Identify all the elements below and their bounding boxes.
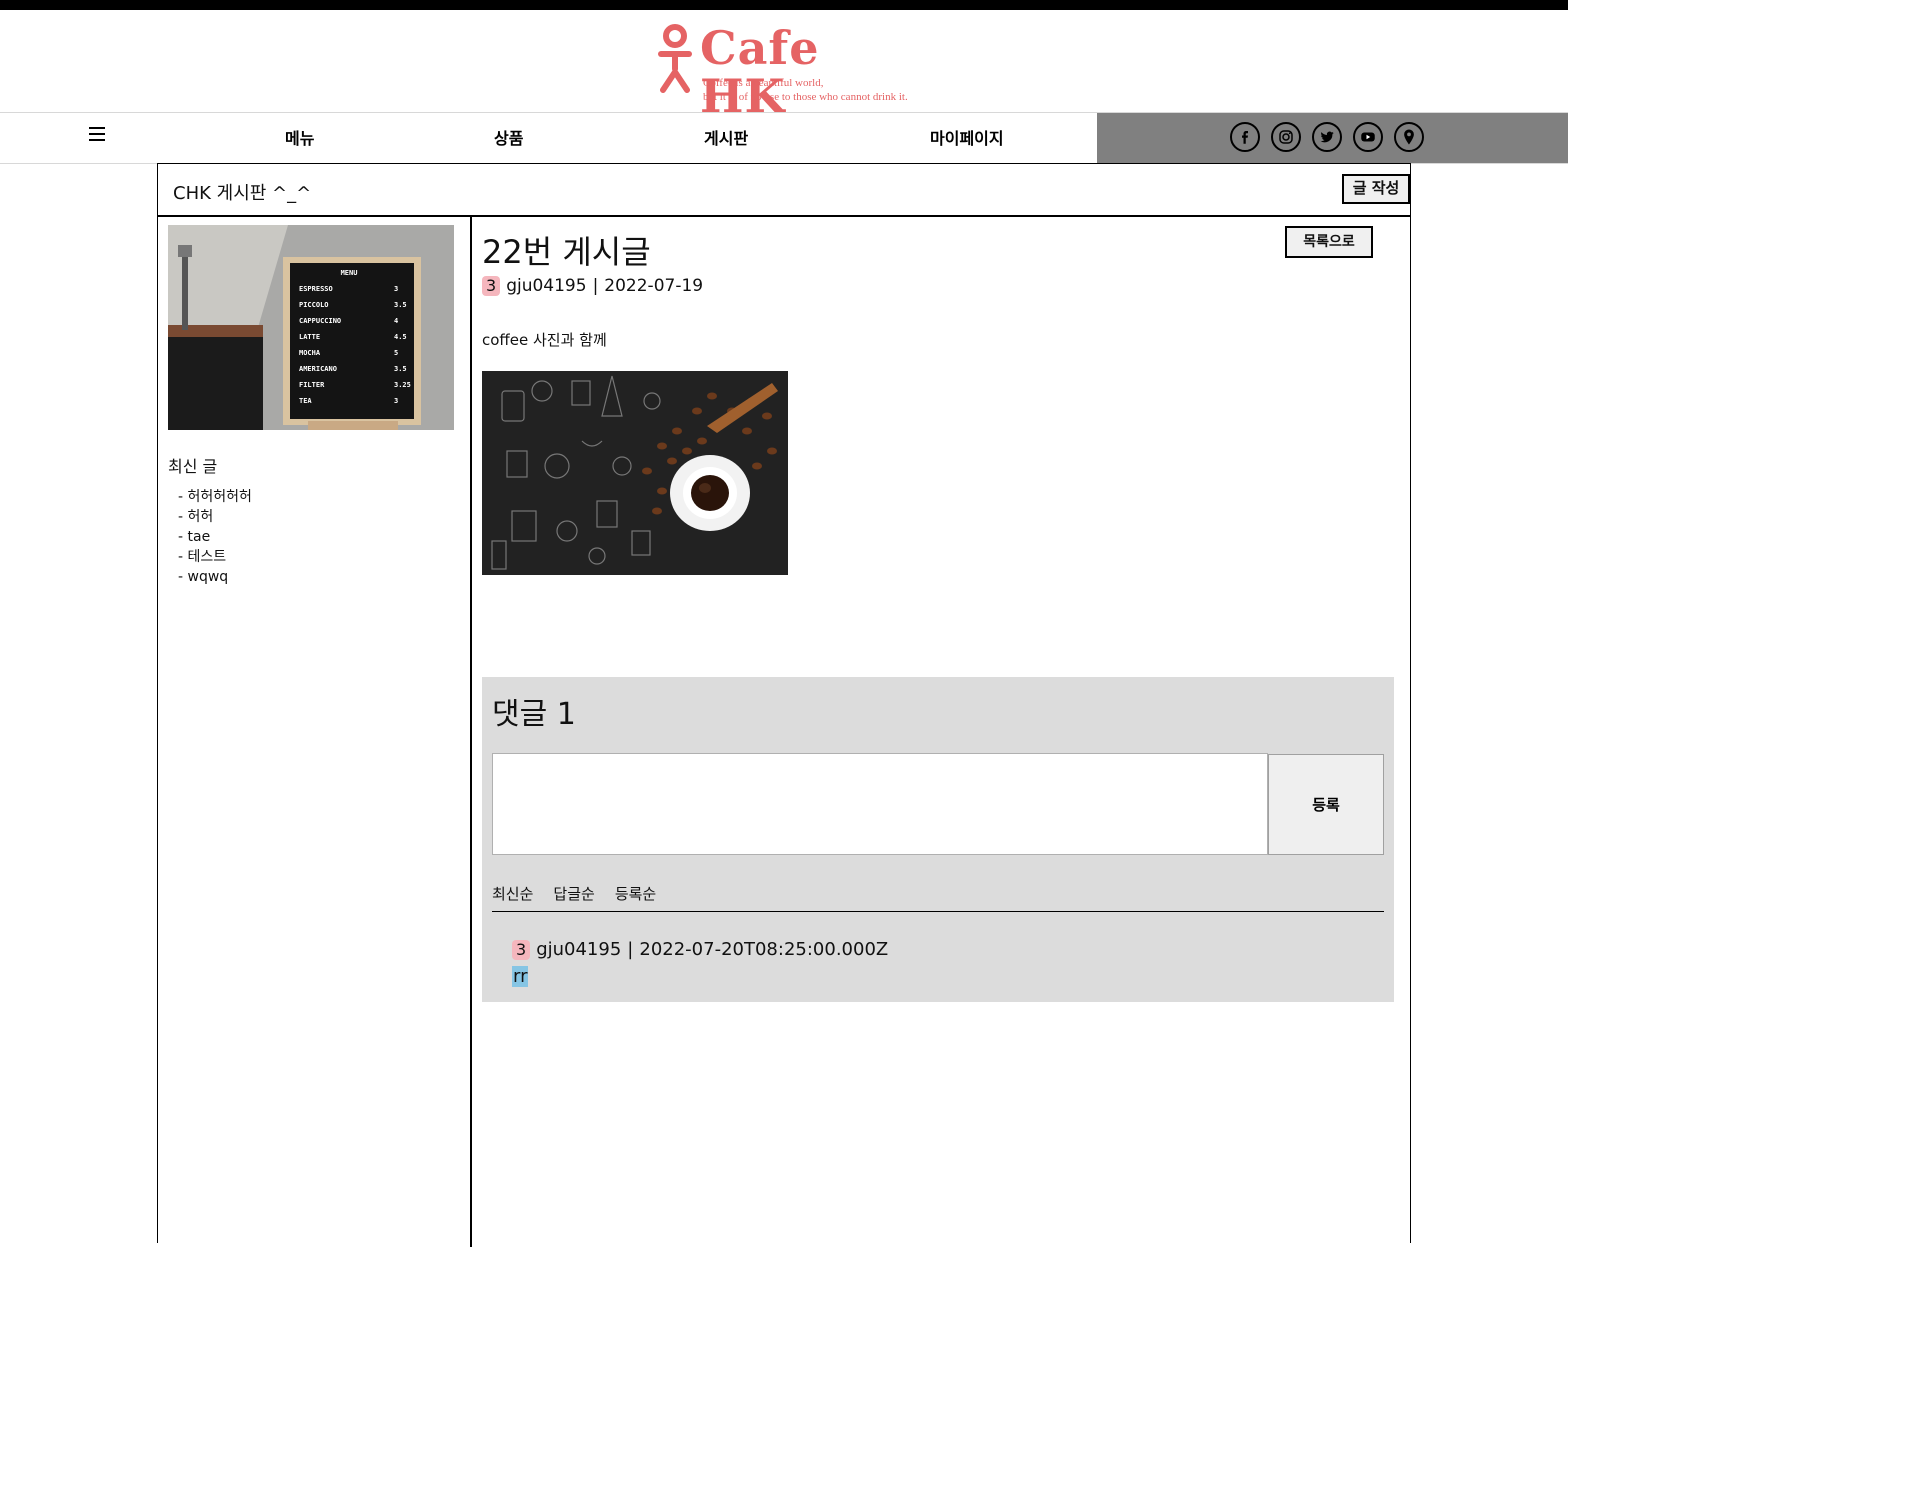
comments-title: 댓글 1 <box>492 697 576 732</box>
coffee-photo <box>482 371 788 575</box>
nav-item-mypage[interactable]: 마이페이지 <box>930 125 1004 149</box>
recent-posts-list: - 허허허허허 - 허허 - tae - 테스트 - wqwq <box>178 487 252 587</box>
post-meta: 3 gju04195 | 2022-07-19 <box>482 276 703 296</box>
nav-item-products[interactable]: 상품 <box>494 125 523 149</box>
menu-board-item-price: 3.5 <box>394 365 407 373</box>
board-container: CHK 게시판 ^_^ 글 작성 MENU ESPRESSO 3 PICCOLO 3.5… <box>157 163 1411 1247</box>
main-nav: 메뉴 상품 게시판 마이페이지 <box>0 112 1568 164</box>
nav-item-menu[interactable]: 메뉴 <box>285 125 314 149</box>
twitter-icon[interactable] <box>1312 122 1342 152</box>
recent-post-item[interactable]: - 테스트 <box>178 547 252 567</box>
comment-sort-tabs: 최신순 답글순 등록순 <box>492 883 1384 912</box>
recent-post-item[interactable]: - tae <box>178 527 252 547</box>
sort-latest[interactable]: 최신순 <box>492 883 533 911</box>
menu-board-item-name: FILTER <box>299 381 325 389</box>
brand-tagline-line-1: Coffee is a beautiful world, <box>703 77 824 89</box>
comment-date: 2022-07-20T08:25:00.000Z <box>639 939 889 960</box>
back-to-list-button[interactable]: 목록으로 <box>1285 226 1373 258</box>
youtube-icon[interactable] <box>1353 122 1383 152</box>
site-header: Cafe HK Coffee is a beautiful world, but… <box>0 10 1568 120</box>
instagram-icon[interactable] <box>1271 122 1301 152</box>
site-logo[interactable]: Cafe HK Coffee is a beautiful world, but… <box>655 24 915 120</box>
menu-board-title: MENU <box>341 269 358 277</box>
board-title: CHK 게시판 ^_^ <box>173 183 312 204</box>
menu-board-item-name: PICCOLO <box>299 301 329 309</box>
recent-posts-title: 최신 글 <box>168 457 218 476</box>
brand-tagline-line-2: but it is of no use to those who cannot … <box>703 91 908 103</box>
top-black-bar <box>0 0 1568 10</box>
brand-name: Cafe HK <box>700 21 820 123</box>
sort-replies[interactable]: 답글순 <box>553 883 594 911</box>
author-level-badge: 3 <box>482 276 501 296</box>
recent-post-item[interactable]: - 허허 <box>178 507 252 527</box>
recent-post-item[interactable]: - 허허허허허 <box>178 487 252 507</box>
menu-board-item-price: 3 <box>394 397 398 405</box>
comment-input[interactable] <box>492 753 1268 855</box>
social-links <box>1097 113 1568 163</box>
comment-text: rr <box>512 966 529 987</box>
menu-board-item-name: LATTE <box>299 333 320 341</box>
recent-post-item[interactable]: - wqwq <box>178 567 252 587</box>
logo-person-icon <box>658 24 692 93</box>
post-detail: 22번 게시글 목록으로 3 gju04195 | 2022-07-19 cof… <box>471 217 1410 1247</box>
board-header: CHK 게시판 ^_^ 글 작성 <box>158 164 1410 217</box>
post-title: 22번 게시글 <box>482 233 651 271</box>
hamburger-menu-icon[interactable] <box>89 127 105 143</box>
comment-separator: | <box>627 939 634 960</box>
comment-author: gju04195 <box>536 939 622 960</box>
post-date: 2022-07-19 <box>604 276 704 296</box>
brand-tagline: Coffee is a beautiful world, but it is o… <box>703 76 908 104</box>
nav-item-board[interactable]: 게시판 <box>704 125 748 149</box>
menu-board-item-name: AMERICANO <box>299 365 337 373</box>
menu-board-item-price: 3.25 <box>394 381 411 389</box>
menu-board-item-name: ESPRESSO <box>299 285 333 293</box>
post-author: gju04195 <box>506 276 587 296</box>
cafe-menu-board-image: MENU ESPRESSO 3 PICCOLO 3.5 CAPPUCCINO 4 LATTE 4… <box>168 225 454 430</box>
menu-board-item-name: CAPPUCCINO <box>299 317 341 325</box>
location-icon[interactable] <box>1394 122 1424 152</box>
comment-item: 3 gju04195 | 2022-07-20T08:25:00.000Z rr <box>512 939 888 987</box>
menu-board-item-price: 5 <box>394 349 398 357</box>
comments-section: 댓글 1 등록 최신순 답글순 등록순 3 gju04195 | 2022-07… <box>482 677 1394 1002</box>
sort-registered[interactable]: 등록순 <box>615 883 656 911</box>
menu-board-item-price: 4 <box>394 317 398 325</box>
menu-board-item-price: 3.5 <box>394 301 407 309</box>
post-body: coffee 사진과 함께 <box>482 331 607 349</box>
comment-meta: 3 gju04195 | 2022-07-20T08:25:00.000Z <box>512 939 888 960</box>
write-post-button[interactable]: 글 작성 <box>1342 174 1410 204</box>
menu-board-item-name: TEA <box>299 397 312 405</box>
menu-board-item-price: 3 <box>394 285 398 293</box>
board-sidebar: MENU ESPRESSO 3 PICCOLO 3.5 CAPPUCCINO 4 LATTE 4… <box>158 217 472 1247</box>
menu-board-item-price: 4.5 <box>394 333 407 341</box>
meta-separator: | <box>592 276 599 296</box>
comment-author-badge: 3 <box>512 939 531 960</box>
facebook-icon[interactable] <box>1230 122 1260 152</box>
comment-submit-button[interactable]: 등록 <box>1268 754 1384 855</box>
menu-board-item-name: MOCHA <box>299 349 321 357</box>
